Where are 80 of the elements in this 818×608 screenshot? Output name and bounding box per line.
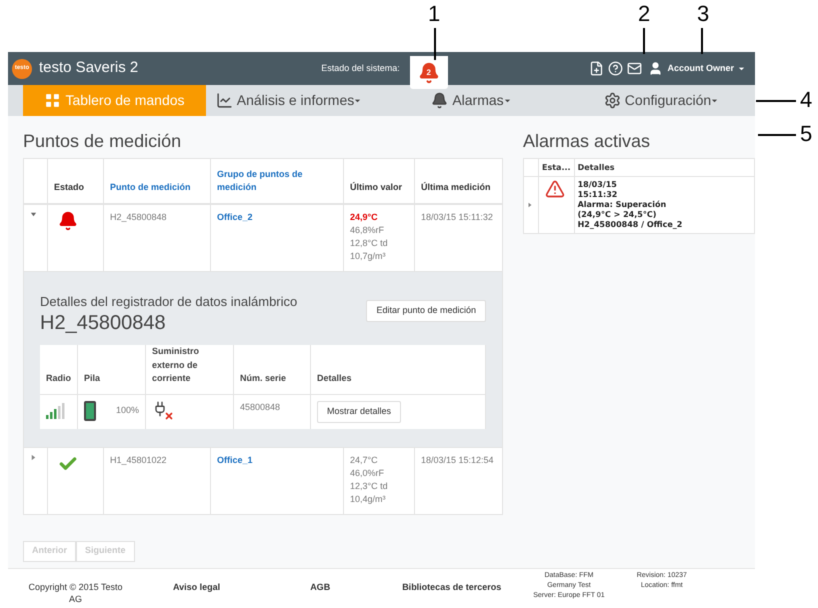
column-header: Radio	[40, 345, 78, 394]
last-measurement: 18/03/15 15:11:32	[421, 212, 493, 222]
footer-link[interactable]: Aviso legal	[173, 581, 220, 594]
grid-icon	[44, 92, 62, 109]
reading-value: 10,4g/m³	[350, 492, 387, 506]
last-measurement: 18/03/15 15:12:54	[421, 454, 494, 464]
footer-link[interactable]: Bibliotecas de terceros	[402, 581, 502, 594]
user-icon[interactable]	[648, 61, 664, 76]
bell-icon	[418, 62, 440, 84]
warning-icon	[544, 179, 566, 199]
column-header: Detalles	[574, 158, 754, 176]
callout-number: 4	[800, 88, 812, 112]
bell-icon	[431, 92, 448, 109]
alarm-detail: H2_45800848 / Office_2	[578, 220, 684, 230]
section-title: Alarmas activas	[523, 130, 652, 153]
reading-value: 46,8%rF	[350, 224, 386, 236]
column-header: Esta...	[538, 158, 574, 176]
leader-line	[701, 28, 703, 54]
alarm-detail: 15:11:32	[578, 190, 618, 200]
caret-icon[interactable]	[504, 97, 511, 104]
column-header: Detalles	[310, 345, 486, 394]
column-header[interactable]: Punto de medición	[104, 158, 210, 204]
add-file-icon[interactable]	[589, 61, 604, 76]
reading-value: 12,8°C td	[350, 236, 389, 250]
column-header: Pila	[78, 345, 146, 394]
reading-value: 24,9°C	[350, 210, 379, 224]
group-link[interactable]: Office_1	[217, 454, 253, 464]
reading-value: 12,3°C td	[350, 480, 389, 492]
caret-icon[interactable]	[30, 210, 37, 218]
alarm-detail: 18/03/15	[578, 180, 618, 190]
footer-link[interactable]: AGB	[310, 581, 330, 594]
callout-number: 1	[428, 2, 440, 26]
caret-icon[interactable]	[354, 97, 362, 104]
edit-button[interactable]: Editar punto de medición	[366, 300, 486, 322]
reading-value: 46,0%rF	[350, 466, 386, 480]
alarm-status-button[interactable]: 2	[410, 56, 448, 89]
caret-icon[interactable]	[711, 97, 718, 104]
mail-icon[interactable]	[627, 61, 642, 76]
column-header: Suministro externo de corriente	[146, 345, 234, 394]
show-details-button[interactable]: Mostrar detalles	[317, 400, 402, 422]
details-subtitle: Detalles del registrador de datos inalámbrico	[40, 292, 298, 311]
signal-icon	[46, 400, 66, 418]
callout-number: 5	[800, 122, 812, 146]
column-header: Estado	[48, 158, 104, 204]
nav-tab[interactable]: Configuración	[571, 85, 751, 116]
leader-line	[643, 28, 645, 54]
battery-icon	[84, 400, 96, 420]
caret-icon[interactable]	[30, 454, 37, 460]
battery-text: 100%	[116, 404, 140, 417]
point-name: H1_45801022	[110, 454, 167, 464]
logger-name: H2_45800848	[40, 311, 167, 335]
section-title: Puntos de medición	[23, 130, 182, 153]
caret-icon[interactable]	[527, 202, 533, 208]
callout-number: 3	[697, 2, 710, 26]
gear-icon	[604, 92, 621, 109]
account-menu[interactable]: Account Owner	[667, 62, 734, 76]
leader-line	[758, 134, 796, 136]
bell-icon	[58, 210, 78, 230]
column-header: Última medición	[414, 158, 502, 204]
reading-value: 24,7°C	[350, 454, 379, 466]
reading-value: 10,7g/m³	[350, 250, 387, 262]
caret-icon[interactable]	[738, 65, 745, 72]
column-header: Núm. serie	[234, 345, 311, 394]
alarm-detail: (24,9°C > 24,5°C)	[578, 210, 658, 220]
chart-icon	[216, 92, 233, 109]
nav-tab[interactable]: Análisis e informes	[206, 85, 371, 116]
app-title: testo Saveris 2	[39, 58, 138, 78]
alarm-count: 2	[426, 67, 431, 79]
status-label: Estado del sistema:	[321, 62, 400, 75]
leader-line	[434, 28, 436, 60]
point-name: H2_45800848	[110, 212, 167, 222]
alarm-detail: Alarma: Superación	[578, 200, 668, 210]
group-link[interactable]: Office_2	[217, 212, 253, 222]
column-header: Último valor	[344, 158, 414, 204]
callout-number: 2	[638, 2, 650, 26]
serial-number: 45800848	[240, 402, 280, 412]
copyright: Copyright © 2015 Testo AG	[27, 581, 124, 605]
leader-line	[756, 100, 796, 102]
column-header[interactable]: Grupo de puntos de medición	[210, 158, 344, 204]
help-icon[interactable]	[608, 61, 624, 76]
